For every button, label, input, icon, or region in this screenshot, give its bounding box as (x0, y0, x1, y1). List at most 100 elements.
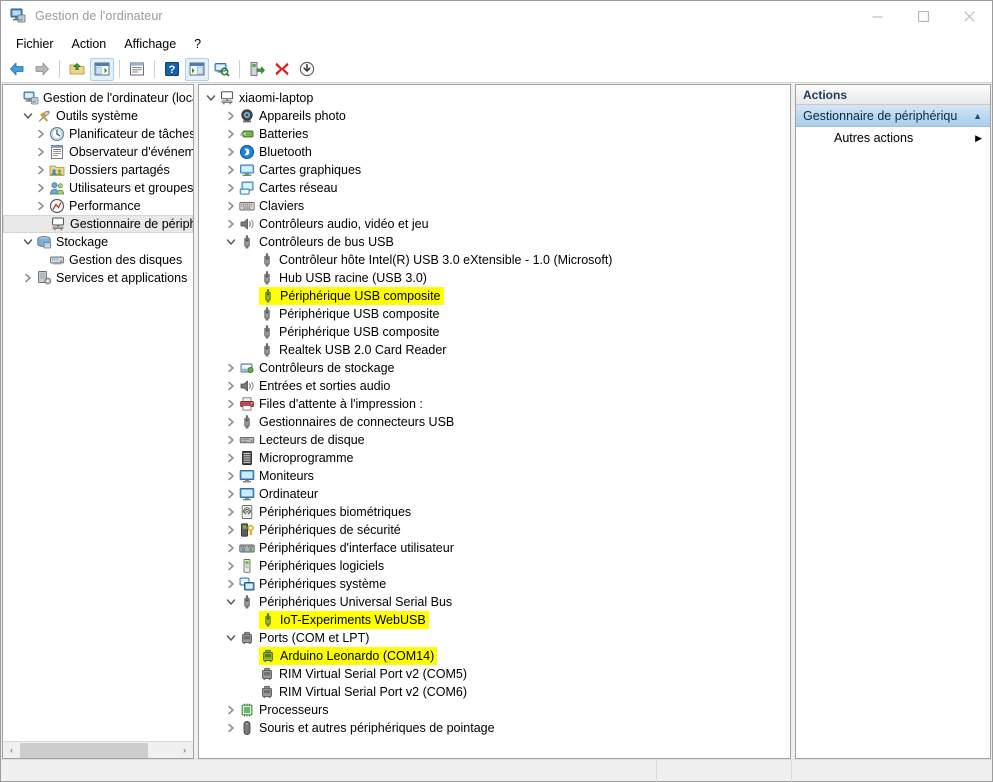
device-tree-item[interactable]: Périphériques biométriques (199, 503, 790, 521)
device-tree-item[interactable]: Claviers (199, 197, 790, 215)
device-tree-item[interactable]: Moniteurs (199, 467, 790, 485)
action-more-actions[interactable]: Autres actions ▶ (796, 127, 990, 149)
chevron-right-icon[interactable] (223, 378, 239, 394)
chevron-right-icon[interactable] (223, 198, 239, 214)
close-button[interactable] (946, 1, 992, 31)
chevron-right-icon[interactable] (223, 144, 239, 160)
chevron-right-icon[interactable] (223, 540, 239, 556)
chevron-right-icon[interactable] (223, 558, 239, 574)
chevron-right-icon[interactable] (33, 144, 49, 160)
chevron-down-icon[interactable] (20, 108, 36, 124)
device-entry[interactable]: Gestionnaires de connecteurs USB (239, 414, 454, 430)
device-tree-item[interactable]: Périphérique USB composite (199, 323, 790, 341)
maximize-button[interactable] (900, 1, 946, 31)
device-entry[interactable]: Lecteurs de disque (239, 432, 365, 448)
device-tree-item[interactable]: IoT-Experiments WebUSB (199, 611, 790, 629)
device-entry[interactable]: Périphériques Universal Serial Bus (239, 594, 452, 610)
toolbar-scan-hardware-changes[interactable] (210, 58, 234, 81)
device-entry[interactable]: Périphériques d'interface utilisateur (239, 540, 454, 556)
device-entry[interactable]: Entrées et sorties audio (239, 378, 390, 394)
device-entry[interactable]: Contrôleurs audio, vidéo et jeu (239, 216, 429, 232)
chevron-down-icon[interactable] (223, 594, 239, 610)
chevron-right-icon[interactable] (223, 126, 239, 142)
device-tree-item[interactable]: Cartes graphiques (199, 161, 790, 179)
device-tree-item[interactable]: RIM Virtual Serial Port v2 (COM6) (199, 683, 790, 701)
chevron-right-icon[interactable] (223, 180, 239, 196)
menu-affichage[interactable]: Affichage (115, 34, 185, 54)
device-entry[interactable]: Ports (COM et LPT) (239, 630, 369, 646)
chevron-right-icon[interactable] (20, 270, 36, 286)
device-tree-item[interactable]: xiaomi-laptop (199, 89, 790, 107)
chevron-right-icon[interactable] (223, 414, 239, 430)
toolbar-disable-device[interactable] (295, 58, 319, 81)
chevron-right-icon[interactable] (223, 450, 239, 466)
device-entry[interactable]: Bluetooth (239, 144, 312, 160)
console-tree-item[interactable]: Observateur d'événeme (3, 143, 193, 161)
chevron-right-icon[interactable] (223, 216, 239, 232)
device-entry[interactable]: xiaomi-laptop (219, 90, 313, 106)
device-entry[interactable]: Moniteurs (239, 468, 314, 484)
device-entry[interactable]: Contrôleur hôte Intel(R) USB 3.0 eXtensi… (259, 252, 612, 268)
device-entry[interactable]: Realtek USB 2.0 Card Reader (259, 342, 446, 358)
hscrollbar-thumb[interactable] (20, 742, 148, 758)
menu-action[interactable]: Action (63, 34, 116, 54)
device-tree-item[interactable]: Périphériques système (199, 575, 790, 593)
console-tree-item[interactable]: Services et applications (3, 269, 193, 287)
console-tree-item[interactable]: Gestion des disques (3, 251, 193, 269)
chevron-right-icon[interactable] (223, 396, 239, 412)
device-tree-item[interactable]: Périphériques de sécurité (199, 521, 790, 539)
device-entry[interactable]: Files d'attente à l'impression : (239, 396, 423, 412)
device-tree-item[interactable]: Périphériques d'interface utilisateur (199, 539, 790, 557)
chevron-right-icon[interactable] (223, 504, 239, 520)
device-tree-item[interactable]: Microprogramme (199, 449, 790, 467)
device-tree-item[interactable]: Souris et autres périphériques de pointa… (199, 719, 790, 737)
device-tree-item[interactable]: Gestionnaires de connecteurs USB (199, 413, 790, 431)
chevron-right-icon[interactable] (223, 360, 239, 376)
toolbar-back[interactable] (5, 58, 29, 81)
console-tree-item[interactable]: Performance (3, 197, 193, 215)
device-entry[interactable]: Périphériques biométriques (239, 504, 411, 520)
device-entry[interactable]: Périphérique USB composite (259, 306, 440, 322)
toolbar-forward[interactable] (30, 58, 54, 81)
chevron-right-icon[interactable] (223, 162, 239, 178)
minimize-button[interactable] (854, 1, 900, 31)
device-tree-item[interactable]: Bluetooth (199, 143, 790, 161)
console-tree-item[interactable]: Dossiers partagés (3, 161, 193, 179)
device-tree-item[interactable]: Lecteurs de disque (199, 431, 790, 449)
chevron-down-icon[interactable] (223, 630, 239, 646)
device-entry[interactable]: Périphériques système (239, 576, 386, 592)
device-entry[interactable]: Contrôleurs de bus USB (239, 234, 394, 250)
chevron-down-icon[interactable] (20, 234, 36, 250)
actions-group-device-manager[interactable]: Gestionnaire de périphériqu ▲ (796, 105, 990, 127)
device-entry[interactable]: Cartes réseau (239, 180, 338, 196)
device-entry[interactable]: RIM Virtual Serial Port v2 (COM6) (259, 684, 467, 700)
console-tree-item[interactable]: Gestionnaire de périphé (3, 215, 193, 233)
device-entry[interactable]: Claviers (239, 198, 304, 214)
scroll-left-arrow[interactable]: ‹ (3, 741, 20, 758)
device-tree-item[interactable]: Périphériques logiciels (199, 557, 790, 575)
console-tree-hscrollbar[interactable]: ‹ › (3, 741, 193, 758)
highlighted-device-entry[interactable]: IoT-Experiments WebUSB (259, 611, 429, 629)
toolbar-up-level[interactable] (65, 58, 89, 81)
device-tree-item[interactable]: Contrôleurs de stockage (199, 359, 790, 377)
scroll-right-arrow[interactable]: › (176, 741, 193, 758)
chevron-down-icon[interactable] (203, 90, 219, 106)
chevron-right-icon[interactable] (223, 486, 239, 502)
chevron-right-icon[interactable] (223, 720, 239, 736)
chevron-up-icon[interactable]: ▲ (973, 111, 982, 121)
toolbar-properties[interactable] (125, 58, 149, 81)
device-tree-item[interactable]: RIM Virtual Serial Port v2 (COM5) (199, 665, 790, 683)
console-tree-item[interactable]: Planificateur de tâches (3, 125, 193, 143)
chevron-right-icon[interactable] (223, 702, 239, 718)
device-tree-item[interactable]: Hub USB racine (USB 3.0) (199, 269, 790, 287)
device-entry[interactable]: Périphérique USB composite (259, 324, 440, 340)
console-tree-item[interactable]: Gestion de l'ordinateur (local) (3, 89, 193, 107)
device-tree-item[interactable]: Appareils photo (199, 107, 790, 125)
device-entry[interactable]: Périphériques logiciels (239, 558, 384, 574)
toolbar-uninstall-device[interactable] (270, 58, 294, 81)
device-entry[interactable]: Hub USB racine (USB 3.0) (259, 270, 427, 286)
highlighted-device-entry[interactable]: Arduino Leonardo (COM14) (259, 647, 438, 665)
device-entry[interactable]: Appareils photo (239, 108, 346, 124)
toolbar-help[interactable]: ? (160, 58, 184, 81)
toolbar-show-hide-console-tree[interactable] (90, 57, 114, 81)
